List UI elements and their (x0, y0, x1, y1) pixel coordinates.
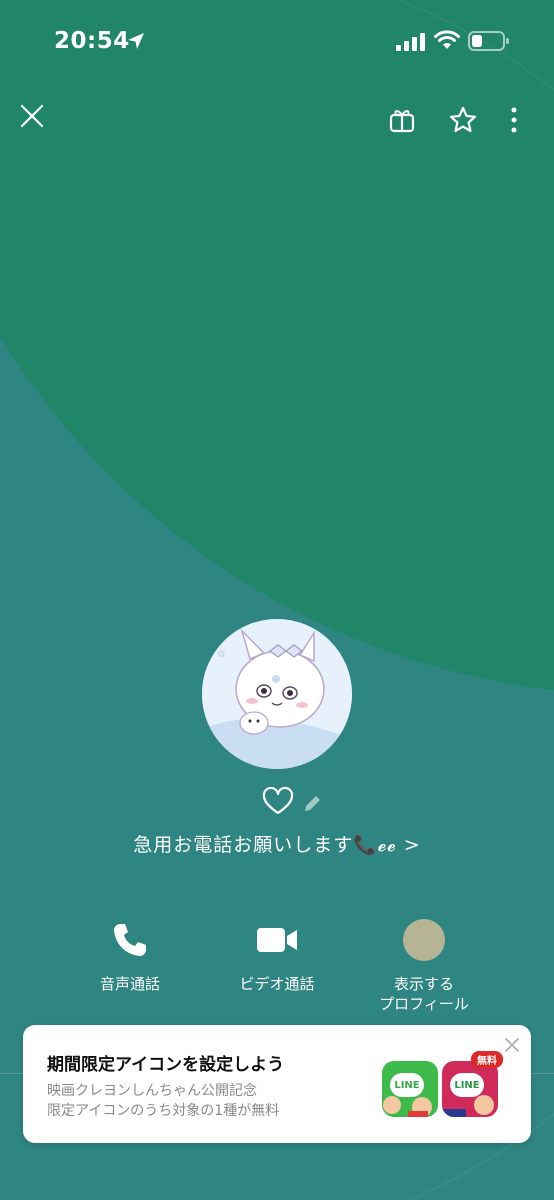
close-icon (505, 1038, 519, 1052)
profile-background (0, 0, 554, 1200)
phone-icon (114, 924, 146, 956)
close-button[interactable] (12, 96, 52, 136)
location-arrow-icon (128, 33, 144, 49)
wifi-icon (434, 30, 460, 49)
close-icon (20, 104, 44, 128)
free-badge: 無料 (471, 1051, 503, 1068)
heart-icon[interactable] (262, 786, 294, 818)
voice-call-label: 音声通話 (99, 975, 160, 993)
banner-title: 期間限定アイコンを設定しよう (47, 1055, 285, 1075)
star-icon (449, 106, 477, 133)
profile-avatar[interactable]: ✿ ✿ (202, 619, 352, 769)
more-options-button[interactable] (494, 100, 534, 140)
promo-banner[interactable]: 期間限定アイコンを設定しよう 映画クレヨンしんちゃん公開記念 限定アイコンのうち… (23, 1025, 531, 1143)
status-time: 20:54 (54, 28, 130, 54)
avatar-illustration: ✿ ✿ (202, 619, 352, 769)
video-camera-icon (257, 928, 297, 952)
gift-button[interactable] (382, 100, 422, 140)
more-vertical-icon (511, 107, 517, 133)
cellular-signal-icon (396, 33, 425, 51)
banner-close-button[interactable] (500, 1033, 524, 1057)
video-call-label: ビデオ通話 (239, 975, 315, 993)
pencil-edit-icon[interactable] (301, 793, 323, 815)
banner-line-2: 限定アイコンのうち対象の1種が無料 (47, 1103, 280, 1119)
svg-text:✿: ✿ (217, 649, 225, 660)
profile-dot-icon (403, 919, 445, 961)
show-profile-button[interactable]: 表示する プロフィール (349, 916, 499, 1014)
banner-line-1: 映画クレヨンしんちゃん公開記念 (47, 1083, 257, 1099)
video-call-button[interactable]: ビデオ通話 (202, 916, 352, 994)
status-bar: 20:54 (0, 0, 554, 84)
show-profile-label: 表示する プロフィール (379, 975, 469, 1013)
favorite-button[interactable] (443, 100, 483, 140)
app-icon-shinchan-red: LINE (442, 1061, 498, 1117)
character-art (383, 1096, 432, 1117)
background-arc (0, 0, 554, 1200)
action-bar: 音声通話 ビデオ通話 表示する プロフィール (0, 916, 554, 1016)
app-icon-shinchan-green: LINE (382, 1061, 438, 1117)
gift-icon (389, 110, 415, 133)
status-message[interactable]: 急用お電話お願いします📞𝓮𝓮 > (0, 830, 554, 857)
battery-icon (468, 31, 509, 51)
voice-call-button[interactable]: 音声通話 (55, 916, 205, 994)
character-art (442, 1095, 494, 1117)
